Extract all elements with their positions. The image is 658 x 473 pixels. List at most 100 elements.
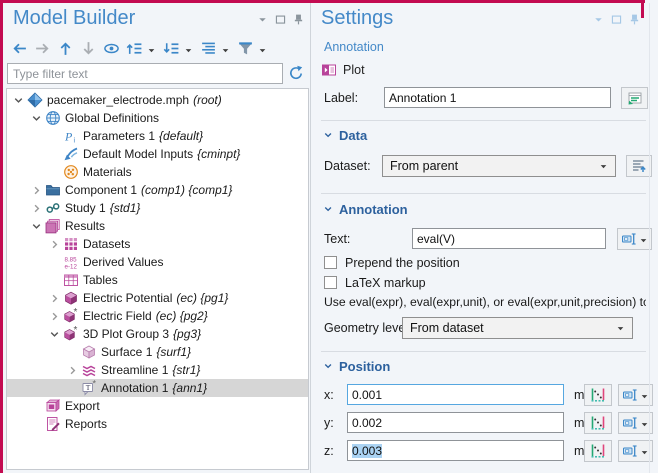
float-window-icon[interactable]	[274, 13, 287, 26]
chevron-collapsed-icon[interactable]	[29, 201, 44, 216]
plot-button[interactable]: Plot	[321, 60, 365, 80]
chevron-collapsed-icon[interactable]	[47, 291, 62, 306]
move-down-list-button[interactable]	[163, 40, 180, 57]
chevron-expanded-icon[interactable]	[29, 219, 44, 234]
tree-item-electric-potential[interactable]: Electric Potential(ec) {pg1}	[7, 289, 308, 307]
tree-item-results[interactable]: Results	[7, 217, 308, 235]
annotation-text-input[interactable]	[412, 228, 606, 249]
tree-item-study-1[interactable]: Study 1{std1}	[7, 199, 308, 217]
section-annotation[interactable]: Annotation	[322, 201, 408, 217]
materials-icon	[63, 164, 79, 180]
model-tree: pacemaker_electrode.mph(root)Global Defi…	[6, 88, 309, 470]
tree-item-global-definitions[interactable]: Global Definitions	[7, 109, 308, 127]
chevron-spacer	[47, 165, 62, 180]
tree-item-label: 3D Plot Group 3	[83, 327, 169, 341]
tree-item-tables[interactable]: Tables	[7, 271, 308, 289]
position-input-x[interactable]	[347, 384, 564, 405]
model-builder-toolbar	[11, 37, 274, 59]
position-input-z[interactable]: 0.003	[347, 440, 564, 461]
study-icon	[45, 200, 61, 216]
pin-icon[interactable]	[292, 13, 305, 26]
tree-item-materials[interactable]: Materials	[7, 163, 308, 181]
float-window-icon[interactable]	[610, 13, 623, 26]
position-label-z: z:	[324, 444, 334, 458]
rename-button[interactable]	[621, 87, 648, 109]
chevron-spacer	[65, 381, 80, 396]
chevron-collapsed-icon[interactable]	[65, 363, 80, 378]
insert-expression-button-z[interactable]	[618, 440, 653, 462]
insert-expression-icon	[622, 387, 638, 403]
arrow-down-button[interactable]	[80, 40, 97, 57]
tree-item-pacemaker-electrode-mph[interactable]: pacemaker_electrode.mph(root)	[7, 91, 308, 109]
settings-breadcrumb[interactable]: Annotation	[324, 40, 384, 54]
tree-item-tag: {std1}	[110, 201, 141, 215]
tree-item-label: Export	[65, 399, 100, 413]
tree-item-parameters-1[interactable]: PiParameters 1{default}	[7, 127, 308, 145]
tree-item-export[interactable]: Export	[7, 397, 308, 415]
range-button-z[interactable]	[584, 440, 612, 462]
panel-menu-icon[interactable]	[256, 13, 269, 26]
dataset-dropdown[interactable]: From parent	[382, 155, 616, 177]
insert-expression-button[interactable]	[617, 228, 652, 250]
tree-item-streamline-1[interactable]: Streamline 1{str1}	[7, 361, 308, 379]
dropdown-caret-icon[interactable]	[221, 46, 230, 55]
arrow-up-button[interactable]	[57, 40, 74, 57]
arrow-right-button[interactable]	[34, 40, 51, 57]
tree-item-electric-field[interactable]: *Electric Field(ec) {pg2}	[7, 307, 308, 325]
tree-item-annotation-1[interactable]: T*Annotation 1{ann1}	[7, 379, 308, 397]
chevron-expanded-icon[interactable]	[47, 327, 62, 342]
screenshot-frame-right-stub	[641, 0, 644, 18]
pin-icon[interactable]	[628, 13, 641, 26]
geometry-level-row: Geometry level: From dataset	[324, 317, 654, 339]
globe-icon	[45, 110, 61, 126]
filter-funnel-button[interactable]	[237, 40, 254, 57]
model-builder-panel: Model Builder pacemaker_electrode.mph(ro…	[3, 3, 311, 473]
refresh-button[interactable]	[288, 65, 305, 82]
dropdown-caret-icon	[599, 162, 608, 171]
geometry-level-dropdown[interactable]: From dataset	[402, 317, 633, 339]
dropdown-caret-icon[interactable]	[258, 46, 267, 55]
filter-input[interactable]	[7, 63, 283, 84]
chevron-collapsed-icon[interactable]	[47, 237, 62, 252]
chevron-expanded-icon[interactable]	[11, 93, 26, 108]
tree-item-surface-1[interactable]: Surface 1{surf1}	[7, 343, 308, 361]
range-button-x[interactable]	[584, 384, 612, 406]
insert-expression-button-y[interactable]	[618, 412, 653, 434]
latex-markup-checkbox[interactable]	[324, 276, 337, 289]
insert-expression-icon	[621, 231, 637, 247]
tree-item-label: Annotation 1	[101, 381, 168, 395]
chevron-expanded-icon[interactable]	[29, 111, 44, 126]
move-up-list-button[interactable]	[126, 40, 143, 57]
insert-expression-button-x[interactable]	[618, 384, 653, 406]
tree-item-datasets[interactable]: Datasets	[7, 235, 308, 253]
label-input[interactable]	[384, 87, 611, 108]
add-dataset-button[interactable]	[626, 155, 652, 177]
geometry-level-label: Geometry level:	[324, 321, 412, 335]
range-button-y[interactable]	[584, 412, 612, 434]
selected-text: 0.003	[352, 444, 382, 458]
section-data[interactable]: Data	[322, 127, 367, 143]
tree-item-derived-values[interactable]: 8.85e-12Derived Values	[7, 253, 308, 271]
tree-item-default-model-inputs[interactable]: Default Model Inputs{cminpt}	[7, 145, 308, 163]
chevron-collapsed-icon[interactable]	[47, 309, 62, 324]
parameters-icon: Pi	[63, 128, 79, 144]
panel-menu-icon[interactable]	[592, 13, 605, 26]
dropdown-caret-icon[interactable]	[147, 46, 156, 55]
show-hide-eye-button[interactable]	[103, 40, 120, 57]
svg-text:*: *	[74, 326, 78, 336]
model-builder-title: Model Builder	[13, 7, 135, 30]
dropdown-caret-icon[interactable]	[184, 46, 193, 55]
reports-icon	[45, 416, 61, 432]
node-text-button[interactable]	[200, 40, 217, 57]
section-position[interactable]: Position	[322, 358, 390, 374]
tree-item-label: Derived Values	[83, 255, 163, 269]
prepend-position-checkbox[interactable]	[324, 256, 337, 269]
component-icon	[45, 182, 61, 198]
arrow-left-button[interactable]	[11, 40, 28, 57]
chevron-collapsed-icon[interactable]	[29, 183, 44, 198]
tree-item-component-1[interactable]: Component 1(comp1) {comp1}	[7, 181, 308, 199]
position-input-y[interactable]	[347, 412, 564, 433]
tree-item-3d-plot-group-3[interactable]: *3D Plot Group 3{pg3}	[7, 325, 308, 343]
tree-item-reports[interactable]: Reports	[7, 415, 308, 433]
tree-item-tag: {ann1}	[172, 381, 207, 395]
